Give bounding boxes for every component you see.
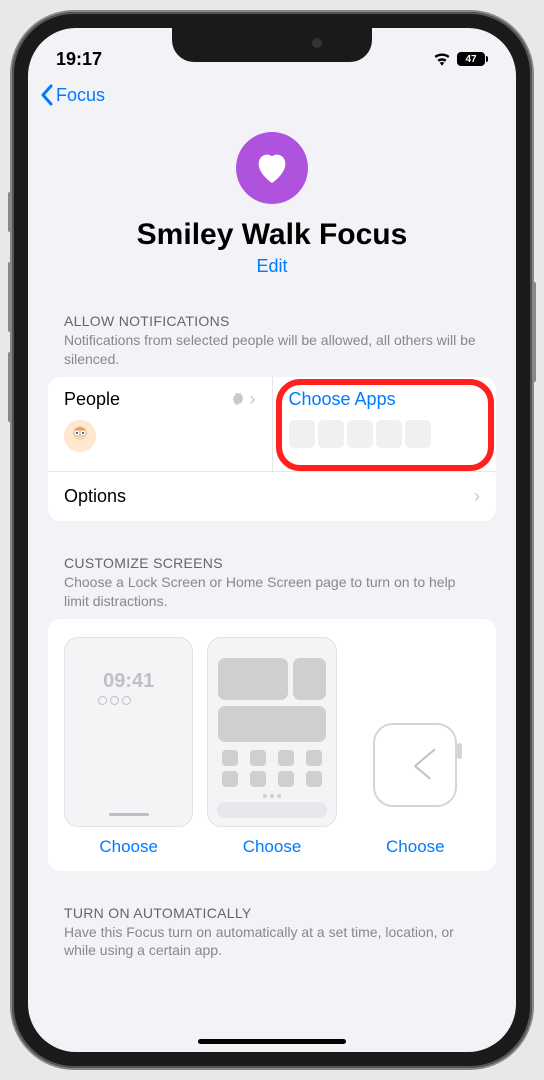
choose-lock-screen-button[interactable]: Choose: [64, 837, 193, 857]
home-screen-option: Choose: [207, 637, 336, 857]
choose-apps-label: Choose Apps: [289, 389, 396, 410]
apps-column[interactable]: Choose Apps: [272, 377, 497, 471]
volume-down-button: [8, 352, 12, 422]
back-label: Focus: [56, 85, 105, 106]
edit-button[interactable]: Edit: [48, 256, 496, 277]
phone-frame: 19:17 47 Focus Smiley Walk Focus: [12, 12, 532, 1068]
battery-icon: 47: [457, 52, 488, 66]
watch-face-preview: [373, 723, 457, 807]
side-button: [8, 192, 12, 232]
auto-desc: Have this Focus turn on automatically at…: [64, 923, 480, 961]
watch-preview-container[interactable]: [351, 637, 480, 827]
lock-screen-option: 09:41 Choose: [64, 637, 193, 857]
volume-up-button: [8, 262, 12, 332]
lock-screen-time: 09:41: [103, 670, 154, 693]
nav-bar: Focus: [28, 78, 516, 112]
notifications-desc: Notifications from selected people will …: [64, 331, 480, 369]
customize-screens-card: 09:41 Choose: [48, 619, 496, 871]
auto-title: TURN ON AUTOMATICALLY: [64, 905, 480, 921]
home-indicator[interactable]: [198, 1039, 346, 1044]
focus-header: Smiley Walk Focus Edit: [48, 132, 496, 277]
customize-section-header: CUSTOMIZE SCREENS Choose a Lock Screen o…: [48, 555, 496, 611]
auto-section-header: TURN ON AUTOMATICALLY Have this Focus tu…: [48, 905, 496, 961]
people-label: People: [64, 389, 120, 410]
app-placeholders: [289, 420, 481, 448]
power-button: [532, 282, 536, 382]
chevron-right-icon: ›: [474, 486, 480, 507]
focus-icon: [236, 132, 308, 204]
heart-icon: [252, 148, 292, 188]
options-row[interactable]: Options ›: [48, 471, 496, 521]
customize-desc: Choose a Lock Screen or Home Screen page…: [64, 573, 480, 611]
back-button[interactable]: Focus: [40, 84, 504, 106]
notifications-title: ALLOW NOTIFICATIONS: [64, 313, 480, 329]
home-screen-preview[interactable]: [207, 637, 336, 827]
customize-title: CUSTOMIZE SCREENS: [64, 555, 480, 571]
notch: [172, 28, 372, 62]
battery-percentage: 47: [465, 54, 476, 65]
options-label: Options: [64, 486, 126, 507]
chevron-right-icon: ›: [250, 389, 256, 410]
screen: 19:17 47 Focus Smiley Walk Focus: [28, 28, 516, 1052]
notifications-section-header: ALLOW NOTIFICATIONS Notifications from s…: [48, 313, 496, 369]
status-indicators: 47: [433, 52, 488, 66]
status-time: 19:17: [56, 49, 102, 70]
people-column[interactable]: People ›: [48, 377, 272, 471]
lock-screen-preview[interactable]: 09:41: [64, 637, 193, 827]
choose-watch-face-button[interactable]: Choose: [351, 837, 480, 857]
contact-avatar: [64, 420, 96, 452]
wifi-icon: [433, 52, 451, 66]
notifications-card: People › Choose Apps: [48, 377, 496, 521]
chevron-left-icon: [40, 84, 54, 106]
gear-icon: [230, 391, 246, 407]
watch-face-option: Choose: [351, 637, 480, 857]
choose-home-screen-button[interactable]: Choose: [207, 837, 336, 857]
focus-title: Smiley Walk Focus: [48, 218, 496, 252]
